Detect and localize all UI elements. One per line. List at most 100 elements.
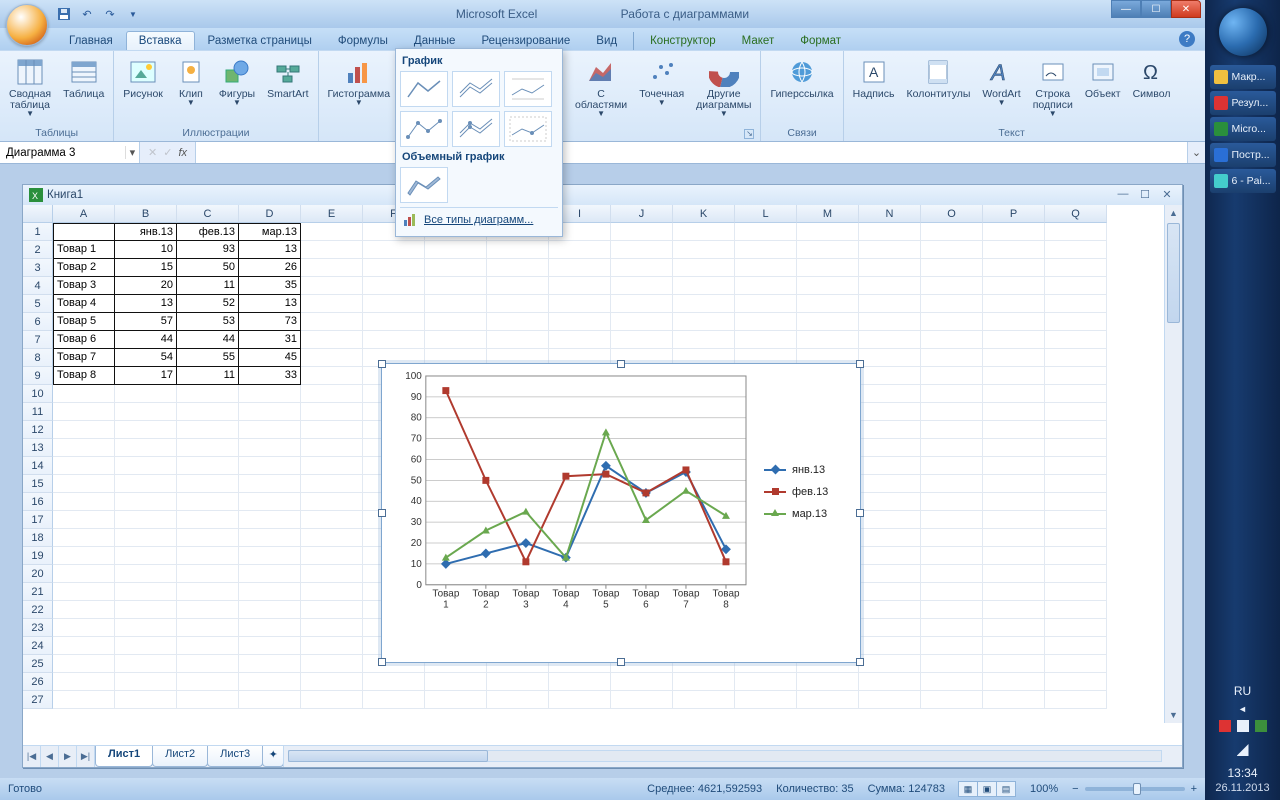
cell[interactable]	[921, 493, 983, 511]
cell[interactable]	[859, 421, 921, 439]
picture-button[interactable]: Рисунок	[118, 53, 168, 103]
cell[interactable]: 44	[177, 331, 239, 349]
cell[interactable]	[1045, 619, 1107, 637]
cell[interactable]	[859, 637, 921, 655]
cell[interactable]	[115, 493, 177, 511]
cell[interactable]	[549, 295, 611, 313]
cell[interactable]	[549, 331, 611, 349]
clock[interactable]: 13:34	[1227, 766, 1257, 780]
column-header[interactable]: C	[177, 205, 239, 223]
cell[interactable]	[239, 673, 301, 691]
cell[interactable]	[549, 241, 611, 259]
cell[interactable]: 93	[177, 241, 239, 259]
cell[interactable]	[859, 565, 921, 583]
cell[interactable]: 54	[115, 349, 177, 367]
cell[interactable]	[177, 655, 239, 673]
chart-subtype-stacked-line[interactable]	[452, 71, 500, 107]
cell[interactable]	[301, 475, 363, 493]
cell[interactable]	[53, 403, 115, 421]
cell[interactable]	[115, 439, 177, 457]
row-header[interactable]: 6	[23, 313, 53, 331]
cell[interactable]	[487, 313, 549, 331]
cell[interactable]	[301, 259, 363, 277]
vertical-scrollbar[interactable]: ▲ ▼	[1164, 205, 1182, 723]
row-header[interactable]: 5	[23, 295, 53, 313]
office-button[interactable]	[6, 4, 48, 46]
row-header[interactable]: 20	[23, 565, 53, 583]
zoom-in-button[interactable]: +	[1191, 783, 1197, 795]
cell[interactable]	[921, 601, 983, 619]
cell[interactable]	[983, 295, 1045, 313]
cell[interactable]	[983, 403, 1045, 421]
cell[interactable]	[1045, 673, 1107, 691]
cell[interactable]	[921, 277, 983, 295]
cell[interactable]	[611, 277, 673, 295]
cell[interactable]	[983, 259, 1045, 277]
row-header[interactable]: 24	[23, 637, 53, 655]
cell[interactable]	[487, 295, 549, 313]
name-box-dropdown-icon[interactable]: ▾	[125, 146, 139, 159]
sheet-tab[interactable]: Лист2	[152, 746, 208, 767]
cell[interactable]	[115, 511, 177, 529]
cell[interactable]	[177, 547, 239, 565]
cell[interactable]: 26	[239, 259, 301, 277]
cell[interactable]	[301, 583, 363, 601]
column-header[interactable]: B	[115, 205, 177, 223]
cell[interactable]: Товар 2	[53, 259, 115, 277]
cell[interactable]	[921, 529, 983, 547]
cell[interactable]	[921, 511, 983, 529]
cell[interactable]	[921, 691, 983, 709]
chart-subtype-line[interactable]	[400, 71, 448, 107]
cell[interactable]	[549, 313, 611, 331]
sheet-tab[interactable]: Лист1	[95, 746, 153, 767]
cell[interactable]	[115, 655, 177, 673]
zoom-level[interactable]: 100%	[1030, 783, 1058, 795]
cell[interactable]: 33	[239, 367, 301, 385]
cell[interactable]	[611, 331, 673, 349]
cell[interactable]: 57	[115, 313, 177, 331]
signature-line-button[interactable]: Строка подписи▼	[1028, 53, 1078, 121]
cell[interactable]	[983, 331, 1045, 349]
cell[interactable]	[859, 331, 921, 349]
cell[interactable]	[115, 601, 177, 619]
row-header[interactable]: 11	[23, 403, 53, 421]
cell[interactable]	[921, 547, 983, 565]
cell[interactable]: 44	[115, 331, 177, 349]
row-header[interactable]: 9	[23, 367, 53, 385]
cell[interactable]	[859, 673, 921, 691]
cell[interactable]	[425, 691, 487, 709]
cell[interactable]	[53, 547, 115, 565]
column-header[interactable]: L	[735, 205, 797, 223]
cell[interactable]	[859, 475, 921, 493]
cell[interactable]: Товар 3	[53, 277, 115, 295]
row-header[interactable]: 23	[23, 619, 53, 637]
cell[interactable]	[921, 637, 983, 655]
cell[interactable]	[301, 277, 363, 295]
cell[interactable]	[859, 241, 921, 259]
cell[interactable]	[983, 565, 1045, 583]
cell[interactable]	[1045, 655, 1107, 673]
cell[interactable]	[735, 223, 797, 241]
cell[interactable]	[983, 493, 1045, 511]
cell[interactable]: янв.13	[115, 223, 177, 241]
language-indicator[interactable]: RU	[1234, 684, 1251, 698]
power-icon[interactable]	[1255, 720, 1267, 732]
cell[interactable]	[921, 619, 983, 637]
cell[interactable]	[177, 691, 239, 709]
tab-page-layout[interactable]: Разметка страницы	[195, 31, 325, 50]
cell[interactable]	[301, 367, 363, 385]
cell[interactable]	[921, 295, 983, 313]
cell[interactable]: 13	[239, 295, 301, 313]
cell[interactable]	[239, 637, 301, 655]
cell[interactable]	[735, 277, 797, 295]
cell[interactable]	[859, 655, 921, 673]
cell[interactable]	[1045, 475, 1107, 493]
cell[interactable]	[611, 223, 673, 241]
sheet-nav-first-icon[interactable]: |◀	[23, 746, 41, 767]
date[interactable]: 26.11.2013	[1215, 782, 1269, 794]
row-header[interactable]: 21	[23, 583, 53, 601]
cell[interactable]	[1045, 439, 1107, 457]
row-header[interactable]: 2	[23, 241, 53, 259]
cell[interactable]	[983, 475, 1045, 493]
cell[interactable]	[115, 691, 177, 709]
